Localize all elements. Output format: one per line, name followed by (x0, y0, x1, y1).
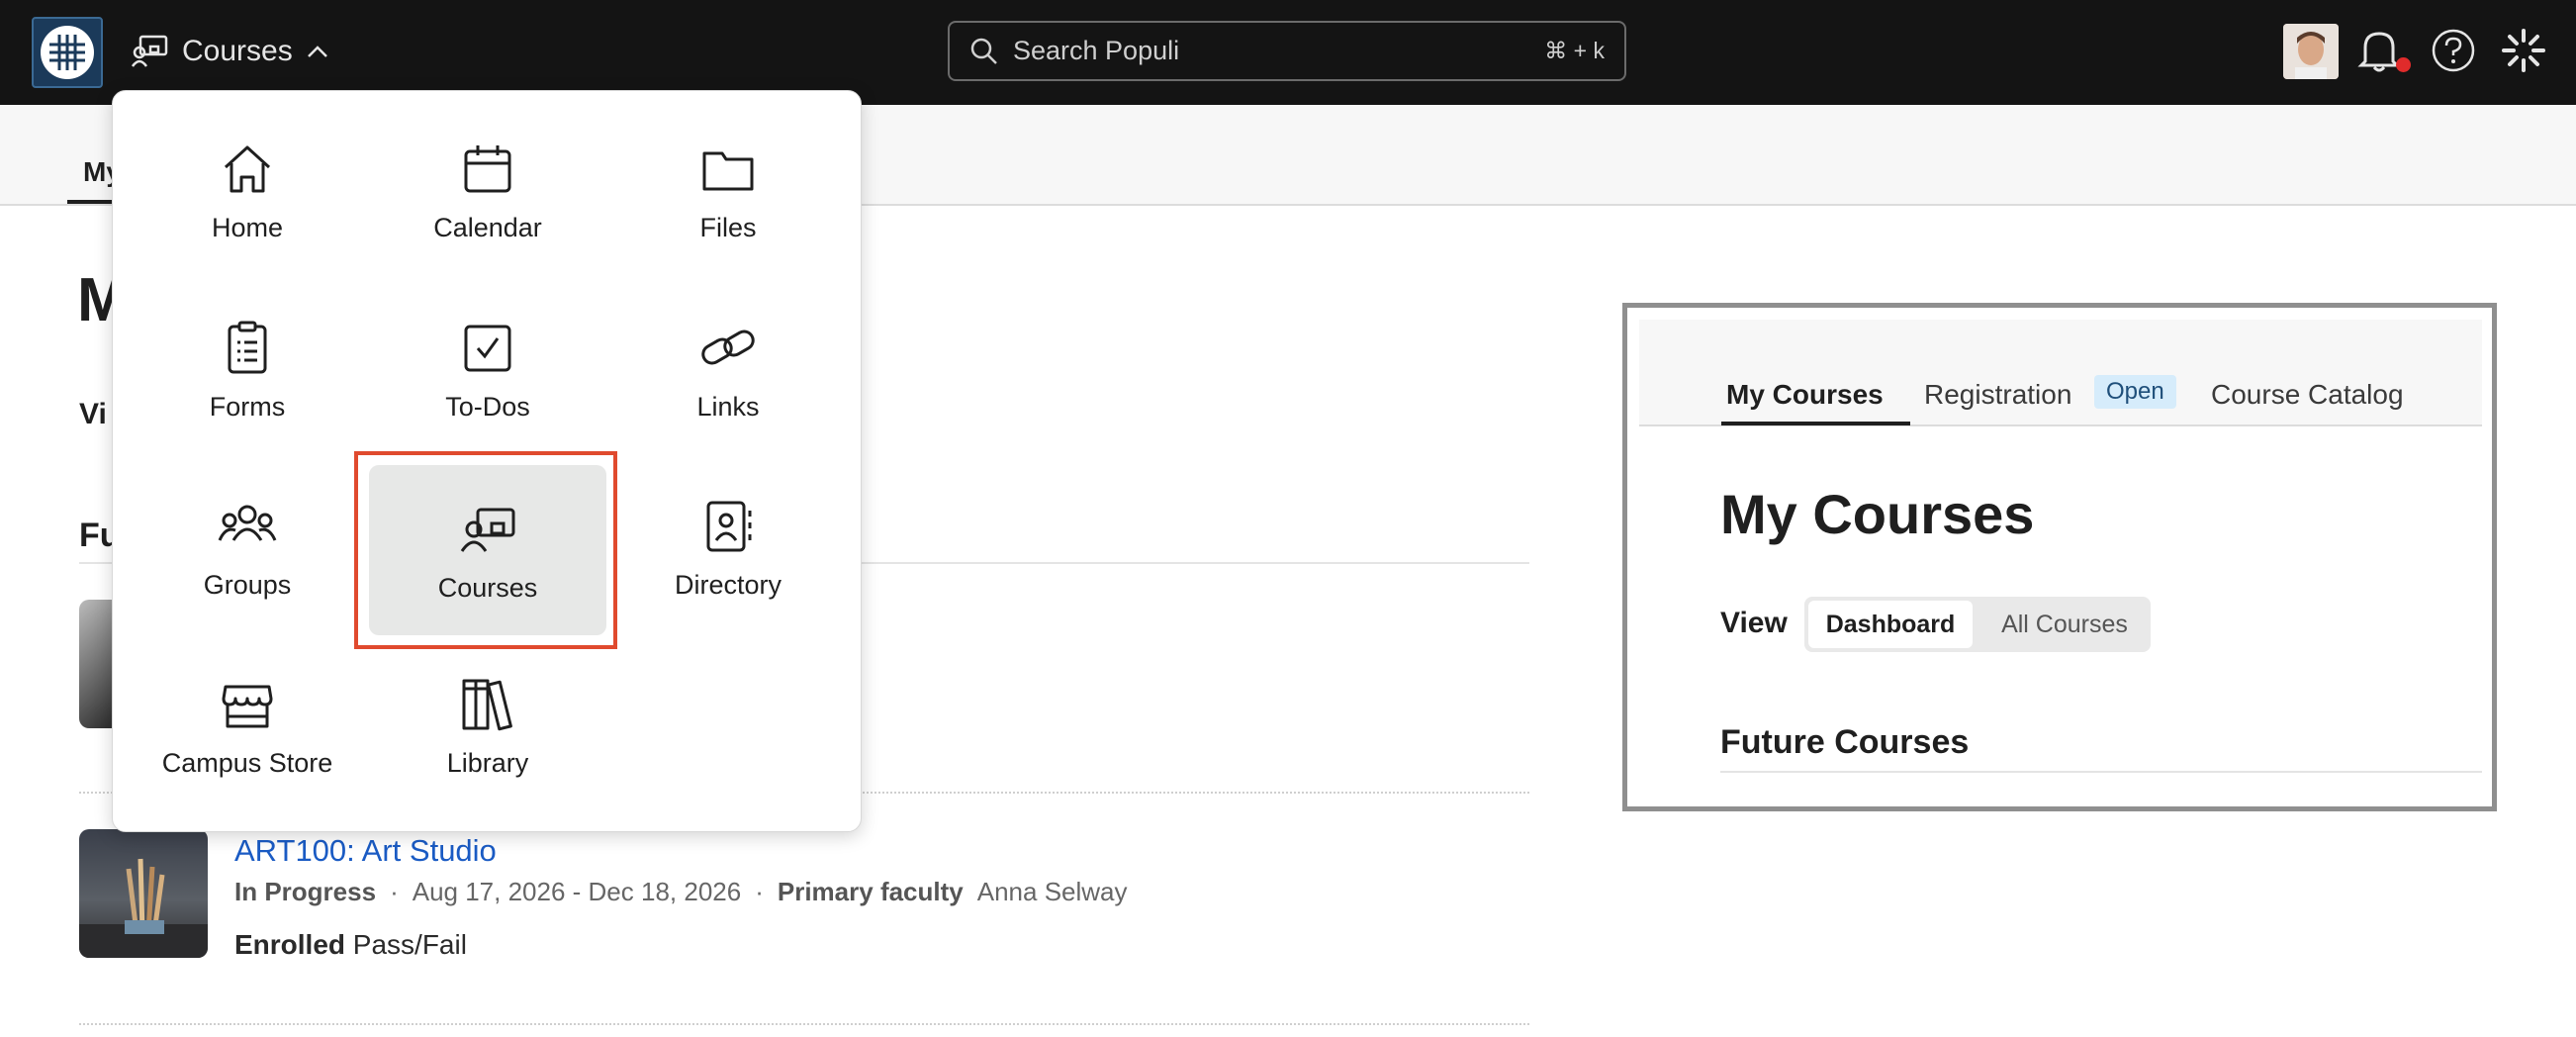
faculty-name: Anna Selway (976, 877, 1128, 906)
help-button[interactable] (2431, 28, 2476, 78)
store-icon (222, 685, 273, 727)
sunburst-icon (2502, 29, 2545, 72)
faculty-label: Primary faculty (777, 877, 964, 906)
menu-item-files[interactable]: Files (609, 105, 847, 275)
enroll-label: Enrolled (234, 929, 346, 960)
course-status: In Progress (234, 877, 377, 906)
menu-item-label: Groups (203, 569, 292, 600)
search-shortcut: ⌘ + k (1544, 38, 1605, 63)
home-icon (224, 145, 271, 192)
groups-icon (218, 505, 277, 541)
tab-registration[interactable]: Registration (1924, 379, 2071, 411)
tab-my-courses[interactable]: My Courses (1726, 379, 1884, 411)
notification-badge (2396, 57, 2411, 72)
menu-item-home[interactable]: Home (129, 105, 366, 275)
link-icon (701, 330, 755, 364)
list-item: ART100: Art Studio In Progress · Aug 17,… (79, 829, 1529, 988)
library-icon (462, 679, 512, 730)
help-icon (2432, 29, 2475, 72)
menu-item-to-dos[interactable]: To-Dos (369, 284, 606, 454)
search-placeholder: Search Populi (1013, 36, 1180, 65)
divider (1720, 771, 2482, 773)
directory-icon (706, 501, 752, 551)
folder-icon (702, 151, 754, 190)
logo-icon (41, 26, 94, 79)
course-meta: In Progress · Aug 17, 2026 - Dec 18, 202… (234, 877, 1128, 906)
menu-item-label: Directory (674, 569, 782, 600)
course-thumbnail[interactable] (79, 829, 208, 958)
destination-preview: My Courses Registration Open Course Cata… (1622, 303, 2497, 811)
menu-item-calendar[interactable]: Calendar (369, 105, 606, 275)
menu-item-directory[interactable]: Directory (609, 462, 847, 632)
chevron-up-icon (307, 46, 327, 57)
view-label: View (1720, 607, 1788, 639)
courses-nav-label: Courses (182, 35, 293, 67)
menu-item-links[interactable]: Links (609, 284, 847, 454)
menu-item-label: To-Dos (445, 391, 530, 422)
menu-item-label: Links (696, 391, 760, 422)
avatar[interactable] (2283, 24, 2339, 79)
section-heading: Future Courses (1720, 723, 1970, 761)
notifications-button[interactable] (2357, 26, 2401, 78)
view-toggle: Dashboard All Courses (1804, 597, 2151, 652)
view-label: Vi (79, 398, 107, 430)
menu-item-library[interactable]: Library (369, 640, 606, 810)
menu-item-label: Forms (209, 391, 286, 422)
course-dates: Aug 17, 2026 - Dec 18, 2026 (412, 877, 742, 906)
courses-highlight-frame (354, 451, 617, 649)
search-icon (970, 38, 997, 64)
preview-tab-bar: My Courses Registration Open Course Cata… (1639, 320, 2482, 426)
view-all-courses-button[interactable]: All Courses (1982, 601, 2147, 648)
institution-menu-button[interactable] (2501, 28, 2546, 78)
menu-item-forms[interactable]: Forms (129, 284, 366, 454)
app-logo[interactable] (32, 17, 103, 88)
bell-icon (2357, 32, 2401, 72)
menu-item-campus-store[interactable]: Campus Store (129, 640, 366, 810)
divider (79, 1023, 1529, 1025)
view-dashboard-button[interactable]: Dashboard (1808, 601, 1973, 648)
checkbox-icon (464, 325, 511, 371)
menu-item-label: Campus Store (161, 747, 333, 778)
page-title: My Courses (1720, 483, 2035, 545)
search-input[interactable]: Search Populi ⌘ + k (948, 21, 1626, 81)
courses-nav-button[interactable]: Courses (131, 26, 328, 77)
enrollment-status: Enrolled Pass/Fail (234, 929, 467, 961)
courses-icon (131, 35, 168, 67)
tab-course-catalog[interactable]: Course Catalog (2211, 379, 2404, 411)
enroll-value: Pass/Fail (352, 929, 467, 960)
active-tab-indicator (1721, 422, 1910, 425)
calendar-icon (464, 144, 511, 192)
menu-item-label: Home (211, 212, 284, 242)
menu-item-label: Library (446, 747, 529, 778)
status-badge: Open (2094, 375, 2176, 409)
menu-item-groups[interactable]: Groups (129, 462, 366, 632)
menu-item-label: Calendar (433, 212, 542, 242)
menu-item-label: Files (699, 212, 757, 242)
clipboard-icon (228, 321, 267, 373)
course-title-link[interactable]: ART100: Art Studio (234, 833, 497, 869)
